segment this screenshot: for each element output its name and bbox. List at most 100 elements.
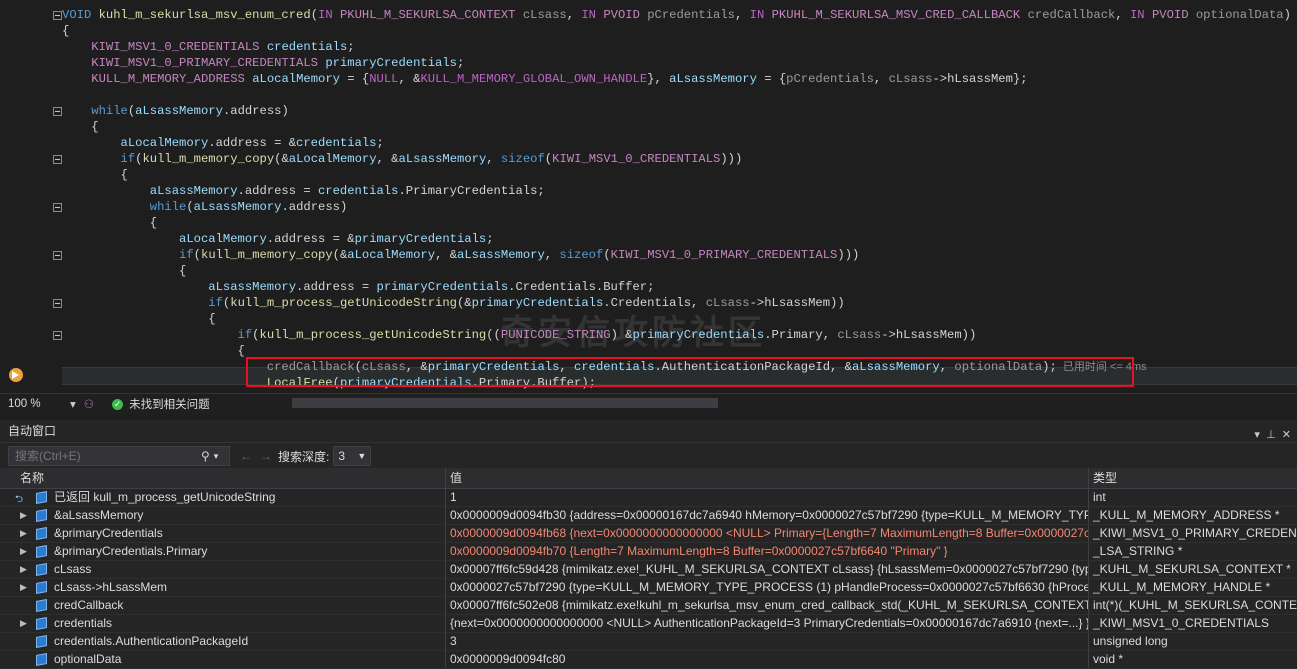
header-name[interactable]: 名称	[0, 468, 446, 488]
expand-icon[interactable]: ▶	[20, 507, 27, 524]
fold-toggle-icon[interactable]	[53, 11, 62, 20]
close-icon[interactable]: ✕	[1282, 429, 1291, 441]
table-row[interactable]: ▶ cLsass 0x00007ff6fc59d428 {mimikatz.exe!…	[0, 561, 1297, 579]
code-line[interactable]: if(kull_m_process_getUnicodeString(&prim…	[62, 295, 1297, 311]
chevron-down-icon[interactable]: ▾	[214, 451, 219, 462]
table-row[interactable]: ▶ &aLsassMemory 0x0000009d0094fb30 {addres…	[0, 507, 1297, 525]
editor-gutter[interactable]	[0, 0, 44, 393]
zoom-level[interactable]: 100 %	[0, 398, 66, 410]
variable-type: _KIWI_MSV1_0_CREDENTIALS	[1093, 616, 1270, 630]
code-token: , &	[435, 248, 458, 262]
code-token: )	[1283, 8, 1291, 22]
code-line[interactable]: if(kull_m_memory_copy(&aLocalMemory, &aL…	[62, 151, 1297, 167]
variable-name: cLsass	[54, 562, 92, 576]
code-line[interactable]: {	[62, 23, 1297, 39]
code-line[interactable]: while(aLsassMemory.address)	[62, 103, 1297, 119]
horizontal-scrollbar[interactable]	[292, 398, 718, 408]
code-token: primaryCredentials	[354, 232, 487, 246]
pin-icon[interactable]: ⊥	[1266, 429, 1276, 441]
code-line[interactable]: if(kull_m_process_getUnicodeString((PUNI…	[62, 327, 1297, 343]
code-line[interactable]: aLsassMemory.address = credentials.Prima…	[62, 183, 1297, 199]
code-token: KIWI_MSV1_0_CREDENTIALS	[552, 152, 721, 166]
expand-icon[interactable]: ▶	[20, 561, 27, 578]
variable-value[interactable]: 0x0000009d0094fb30 {address=0x00000167dc…	[446, 507, 1089, 524]
fold-toggle-icon[interactable]	[53, 107, 62, 116]
code-token: (	[252, 328, 260, 342]
code-line[interactable]: {	[62, 119, 1297, 135]
table-row[interactable]: ▶ cLsass->hLsassMem 0x0000027c57bf7290 {ty…	[0, 579, 1297, 597]
variable-type: int	[1093, 490, 1106, 504]
dropdown-icon[interactable]: ▾	[1254, 429, 1260, 441]
variable-icon	[36, 617, 47, 630]
code-token: cLsass	[705, 296, 750, 310]
variable-type: _LSA_STRING *	[1093, 544, 1183, 558]
code-token: IN	[318, 8, 340, 22]
code-line[interactable]: aLsassMemory.address = primaryCredential…	[62, 279, 1297, 295]
table-row[interactable]: credCallback 0x00007ff6fc502e08 {mimikatz…	[0, 597, 1297, 615]
code-line[interactable]: {	[62, 167, 1297, 183]
highlight-box	[246, 357, 1134, 387]
code-lines[interactable]: VOID kuhl_m_sekurlsa_msv_enum_cred(IN PK…	[62, 7, 1297, 391]
code-line[interactable]: aLocalMemory.address = &credentials;	[62, 135, 1297, 151]
autos-window: 自动窗口 ▾ ⊥ ✕ ⚲ ▾ ← → 搜索深度: 3 ▼ 名称 值 类型 ⮌ 已返…	[0, 420, 1297, 669]
code-token: {	[237, 344, 245, 358]
variable-value[interactable]: 0x0000009d0094fb70 {Length=7 MaximumLeng…	[446, 543, 1089, 560]
search-input[interactable]	[13, 448, 197, 464]
code-token: .address)	[222, 104, 289, 118]
chevron-down-icon[interactable]: ▾	[70, 397, 76, 411]
variable-value[interactable]: 0x0000009d0094fc80	[446, 651, 1089, 668]
variable-value[interactable]: 0x0000009d0094fb68 {next=0x0000000000000…	[446, 525, 1089, 542]
forward-arrow-icon[interactable]: →	[260, 449, 272, 463]
code-line[interactable]: if(kull_m_memory_copy(&aLocalMemory, &aL…	[62, 247, 1297, 263]
back-arrow-icon[interactable]: ←	[240, 449, 252, 463]
code-token: KIWI_MSV1_0_PRIMARY_CREDENTIALS	[91, 56, 318, 70]
fold-toggle-icon[interactable]	[53, 331, 62, 340]
expand-icon[interactable]: ▶	[20, 579, 27, 596]
variable-value[interactable]: {next=0x0000000000000000 <NULL> Authenti…	[446, 615, 1089, 632]
search-box[interactable]: ⚲ ▾	[8, 446, 230, 466]
fold-toggle-icon[interactable]	[53, 251, 62, 260]
code-line[interactable]: KIWI_MSV1_0_CREDENTIALS credentials;	[62, 39, 1297, 55]
fold-toggle-icon[interactable]	[53, 155, 62, 164]
table-row[interactable]: optionalData 0x0000009d0094fc80 void *	[0, 651, 1297, 669]
variable-value[interactable]: 0x0000027c57bf7290 {type=KULL_M_MEMORY_T…	[446, 579, 1089, 596]
code-line[interactable]: {	[62, 263, 1297, 279]
code-token: kull_m_memory_copy	[201, 248, 333, 262]
code-line[interactable]: VOID kuhl_m_sekurlsa_msv_enum_cred(IN PK…	[62, 7, 1297, 23]
copilot-icon[interactable]: ⚇	[84, 397, 94, 411]
issues-status[interactable]: 未找到相关问题	[129, 396, 210, 412]
table-row[interactable]: ▶ &primaryCredentials 0x0000009d0094fb68 {…	[0, 525, 1297, 543]
table-row[interactable]: ▶ credentials {next=0x0000000000000000 <NU…	[0, 615, 1297, 633]
search-icon[interactable]: ⚲	[201, 449, 210, 463]
code-line[interactable]	[62, 87, 1297, 103]
expand-icon[interactable]: ▶	[20, 615, 27, 632]
variable-value[interactable]: 0x00007ff6fc59d428 {mimikatz.exe!_KUHL_M…	[446, 561, 1089, 578]
code-line[interactable]: KIWI_MSV1_0_PRIMARY_CREDENTIALS primaryC…	[62, 55, 1297, 71]
code-token: ,	[873, 72, 889, 86]
expand-icon[interactable]: ▶	[20, 543, 27, 560]
code-token: ;	[376, 136, 384, 150]
code-token: ->hLsassMem))	[749, 296, 845, 310]
fold-toggle-icon[interactable]	[53, 299, 62, 308]
header-value[interactable]: 值	[446, 468, 1089, 488]
table-row[interactable]: ⮌ 已返回 kull_m_process_getUnicodeString 1 int	[0, 489, 1297, 507]
code-editor[interactable]: 奇安信攻防社区 VOID kuhl_m_sekurlsa_msv_enum_cr…	[0, 0, 1297, 393]
code-line[interactable]: while(aLsassMemory.address)	[62, 199, 1297, 215]
table-row[interactable]: credentials.AuthenticationPackageId 3 unsi…	[0, 633, 1297, 651]
code-line[interactable]: KULL_M_MEMORY_ADDRESS aLocalMemory = {NU…	[62, 71, 1297, 87]
fold-toggle-icon[interactable]	[53, 203, 62, 212]
code-line[interactable]: {	[62, 215, 1297, 231]
depth-select[interactable]: 3 ▼	[333, 446, 372, 466]
variable-value[interactable]: 0x00007ff6fc502e08 {mimikatz.exe!kuhl_m_…	[446, 597, 1089, 614]
variable-value[interactable]: 3	[446, 633, 1089, 650]
table-row[interactable]: ▶ &primaryCredentials.Primary 0x0000009d00…	[0, 543, 1297, 561]
code-token: .Primary,	[764, 328, 838, 342]
expand-icon[interactable]: ▶	[20, 525, 27, 542]
code-line[interactable]: aLocalMemory.address = &primaryCredentia…	[62, 231, 1297, 247]
code-line[interactable]: {	[62, 311, 1297, 327]
variable-value[interactable]: 1	[446, 489, 1089, 506]
header-type[interactable]: 类型	[1089, 468, 1297, 488]
